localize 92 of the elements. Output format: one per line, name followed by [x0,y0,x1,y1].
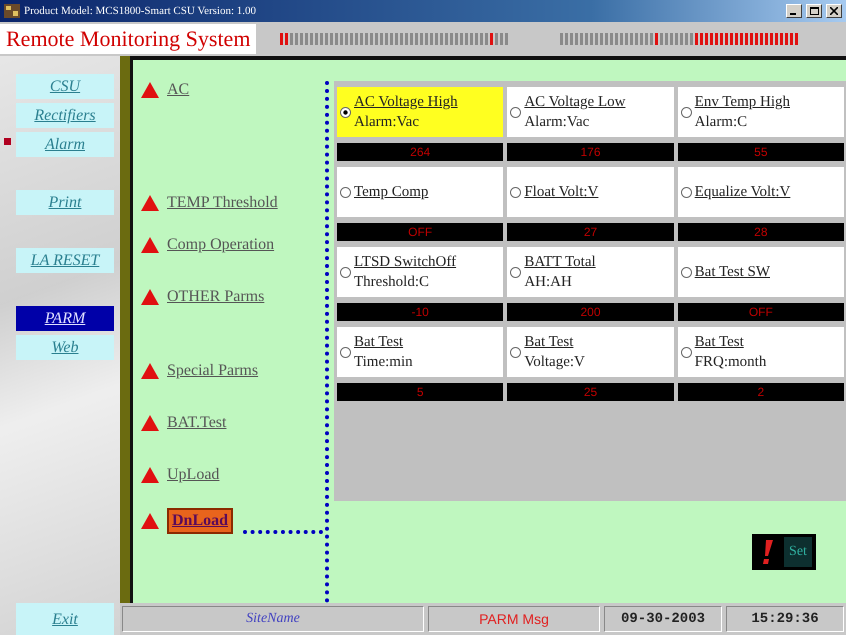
maximize-button[interactable] [806,4,822,18]
radio-button[interactable] [680,186,692,198]
value-display: 5 [337,383,504,401]
parameter-option[interactable]: Bat Test Voltage:V [507,327,674,377]
triangle-icon [141,363,159,379]
sidebar-item[interactable]: Web [16,335,114,360]
status-date: 09-30-2003 [604,606,722,632]
parameter-option[interactable]: AC Voltage Low Alarm:Vac [507,87,674,137]
parameter-name: Float Volt:V [524,183,598,202]
parameter-option[interactable]: Float Volt:V [507,167,674,217]
parameter-name: AC Voltage High [354,93,458,112]
value-display: 176 [507,143,674,161]
app-icon [4,4,20,18]
parameter-unit: Voltage:V [524,353,585,372]
radio-button[interactable] [340,186,351,198]
triangle-icon [141,289,159,305]
sidebar-item[interactable]: Rectifiers [16,103,114,128]
parameter-option[interactable]: Bat Test FRQ:month [678,327,844,377]
parameter-unit: Alarm:C [694,113,748,132]
radio-button[interactable] [510,106,522,118]
menu-link[interactable]: DnLoad [167,508,234,534]
parameter-unit: Alarm:Vac [524,113,590,132]
parameter-name: Temp Comp [354,183,428,202]
menu-link[interactable]: TEMP Threshold [167,194,278,212]
parameter-option[interactable]: Equalize Volt:V [678,167,844,217]
parameter-unit: Time:min [354,353,413,372]
minimize-button[interactable] [786,4,802,18]
sidebar-item[interactable]: Print [16,190,114,215]
parameter-option[interactable]: Bat Test SW [678,247,844,297]
menu-link[interactable]: BAT.Test [167,414,226,432]
triangle-icon [141,467,159,483]
value-display: 200 [507,303,674,321]
menu-link[interactable]: OTHER Parms [167,288,264,306]
triangle-icon [141,513,159,529]
triangle-icon [141,415,159,431]
triangle-icon [141,237,159,253]
parameter-name: Bat Test [694,333,745,352]
radio-button[interactable] [340,346,351,358]
parameter-option[interactable]: BATT Total AH:AH [507,247,674,297]
value-display: OFF [337,223,504,241]
window-title: Product Model: MCS1800-Smart CSU Version: 1.00 [24,5,258,17]
parameter-name: Bat Test SW [694,263,770,282]
parameter-option[interactable]: Bat Test Time:min [337,327,504,377]
parameter-option[interactable]: LTSD SwitchOff Threshold:C [337,247,504,297]
close-button[interactable] [826,4,842,18]
parameter-name: Env Temp High [694,93,790,112]
radio-button[interactable] [340,106,351,118]
radio-button[interactable] [680,346,692,358]
parameter-option[interactable]: Env Temp High Alarm:C [678,87,844,137]
parameter-option[interactable]: AC Voltage High Alarm:Vac [337,87,504,137]
menu-link[interactable]: Special Parms [167,362,258,380]
sidebar-item[interactable]: Exit [16,603,114,635]
parameter-unit: AH:AH [524,273,573,292]
status-message: PARM Msg [428,606,600,632]
sidebar-item[interactable]: CSU [16,74,114,99]
menu-link[interactable]: Comp Operation [167,236,274,254]
value-display: 28 [678,223,844,241]
app-title: Remote Monitoring System [0,24,256,54]
parameter-option[interactable]: Temp Comp [337,167,504,217]
radio-button[interactable] [680,266,692,278]
radio-button[interactable] [510,266,522,278]
parameter-name: LTSD SwitchOff [354,253,456,272]
maximize-icon [810,7,818,15]
value-display: OFF [678,303,844,321]
radio-button[interactable] [340,266,351,278]
menu-link[interactable]: UpLoad [167,466,220,484]
parameter-name: Equalize Volt:V [694,183,790,202]
parameter-unit: FRQ:month [694,353,766,372]
radio-button[interactable] [680,106,692,118]
parameter-unit: Threshold:C [354,273,430,292]
value-display: -10 [337,303,504,321]
parameter-name: AC Voltage Low [524,93,626,112]
site-name: SiteName [122,606,424,632]
value-display: 27 [507,223,674,241]
radio-button[interactable] [510,346,522,358]
triangle-icon [141,82,159,98]
sidebar-item[interactable]: PARM [16,306,114,331]
value-display: 25 [507,383,674,401]
radio-button[interactable] [510,186,522,198]
sidebar-item[interactable]: LA RESET [16,248,114,273]
set-button[interactable]: Set [784,537,812,567]
value-display: 264 [337,143,504,161]
triangle-icon [141,195,159,211]
close-icon [830,7,838,15]
parameter-name: Bat Test [354,333,404,352]
parameter-name: BATT Total [524,253,596,272]
menu-link[interactable]: AC [167,81,190,99]
value-display: 55 [678,143,844,161]
parameter-unit: Alarm:Vac [354,113,420,132]
parameter-name: Bat Test [524,333,574,352]
status-time: 15:29:36 [726,606,844,632]
value-display: 2 [678,383,844,401]
